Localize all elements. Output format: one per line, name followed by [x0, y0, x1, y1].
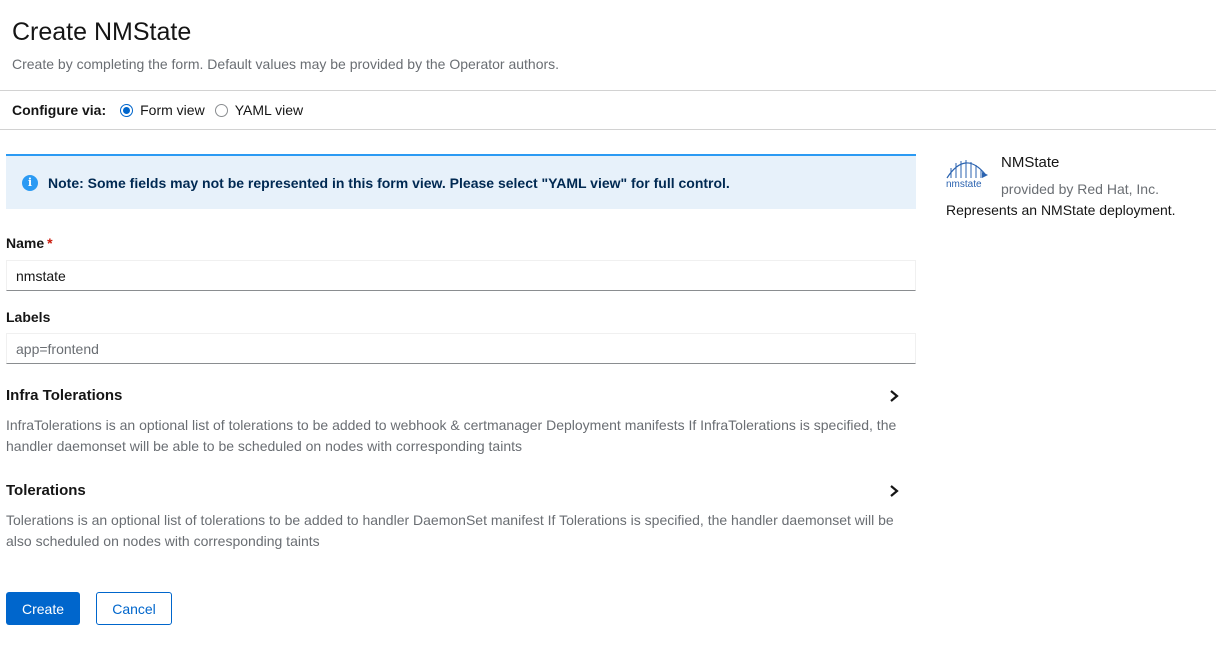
chevron-right-icon[interactable] [888, 389, 900, 403]
name-label-text: Name [6, 235, 45, 251]
form-view-label[interactable]: Form view [140, 102, 205, 118]
name-input[interactable]: nmstate [6, 260, 916, 291]
yaml-view-label[interactable]: YAML view [235, 102, 303, 118]
info-icon: i [22, 174, 38, 191]
required-marker: * [47, 235, 53, 251]
info-alert: i Note: Some fields may not be represent… [6, 154, 916, 209]
header-divider [0, 90, 1216, 91]
tolerations-description: Tolerations is an optional list of toler… [6, 512, 894, 549]
chevron-right-icon[interactable] [888, 484, 900, 498]
operator-description: Represents an NMState deployment. [946, 202, 1176, 218]
labels-input[interactable]: app=frontend [6, 333, 916, 364]
infra-tolerations-description: InfraTolerations is an optional list of … [6, 417, 897, 454]
form-view-radio[interactable] [120, 103, 134, 117]
cancel-button[interactable]: Cancel [96, 592, 172, 625]
page-subtitle: Create by completing the form. Default v… [12, 56, 560, 72]
tolerations-toggle[interactable]: Tolerations [6, 482, 86, 499]
configure-via-label: Configure via: [12, 102, 107, 118]
page-title: Create NMState [12, 18, 192, 46]
configure-via-group: Configure via: Form view YAML view [12, 99, 313, 121]
infra-tolerations-toggle[interactable]: Infra Tolerations [6, 387, 122, 404]
yaml-view-radio[interactable] [214, 103, 228, 117]
alert-text: Note: Some fields may not be represented… [48, 174, 730, 191]
configure-divider [0, 129, 1216, 130]
name-field-label: Name * [6, 235, 53, 251]
operator-provider: provided by Red Hat, Inc. [1001, 181, 1159, 197]
create-button[interactable]: Create [6, 592, 80, 625]
operator-title: NMState [1001, 154, 1060, 171]
labels-field-label: Labels [6, 309, 51, 325]
logo-text: nmstate [946, 179, 982, 190]
